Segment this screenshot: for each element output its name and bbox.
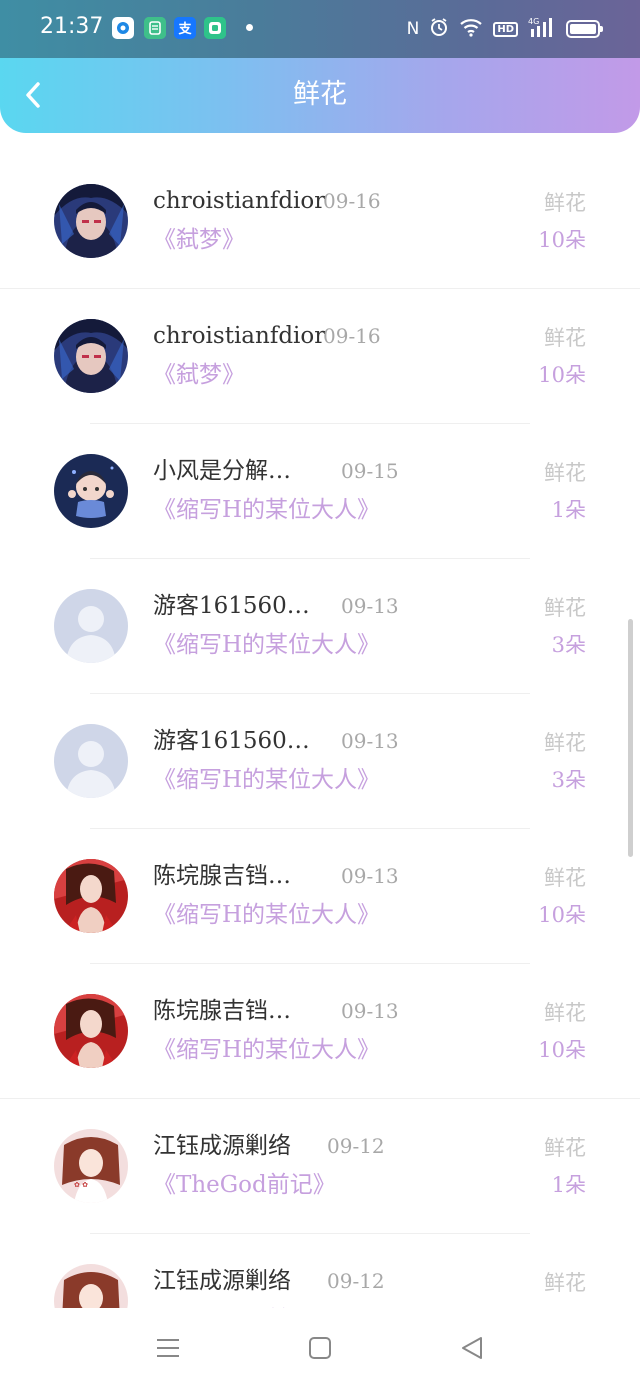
gift-count: 1朵 [551, 1173, 586, 1197]
gift-count: 1朵 [551, 498, 586, 522]
avatar[interactable] [54, 994, 128, 1068]
wifi-icon [459, 17, 483, 42]
gift-type-label: 鲜花 [544, 596, 586, 620]
svg-text:✿ ✿: ✿ ✿ [74, 1181, 88, 1189]
gift-count: 3朵 [551, 768, 586, 792]
gift-date: 09-13 [341, 864, 399, 888]
signal-icon: 4G [528, 16, 556, 43]
avatar[interactable] [54, 859, 128, 933]
svg-text:4G: 4G [528, 17, 539, 26]
status-icons: N HD 4G [406, 14, 603, 44]
gift-count: 10朵 [538, 363, 586, 387]
gift-type-label: 鲜花 [544, 1136, 586, 1160]
qq-browser-icon [112, 17, 134, 39]
wechat-work-icon [144, 17, 166, 39]
gift-count: 3朵 [551, 633, 586, 657]
gift-type-label: 鲜花 [544, 326, 586, 350]
gift-row[interactable]: chroistianfdior 09-16 《弑梦》 鲜花 10朵 [0, 154, 640, 289]
avatar[interactable] [54, 589, 128, 663]
hd-badge: HD [493, 21, 518, 37]
avatar[interactable]: ✿ ✿ [54, 1129, 128, 1203]
gift-row[interactable]: 游客161560… 09-13 《缩写H的某位大人》 鲜花 3朵 [0, 694, 640, 829]
username: chroistianfdior [153, 188, 326, 214]
username: 陈垸腺吉铛… [153, 998, 291, 1024]
gift-date: 09-12 [327, 1269, 385, 1293]
book-title-link[interactable]: 《缩写H的某位大人》 [153, 1035, 380, 1065]
gift-type-label: 鲜花 [544, 191, 586, 215]
username: 游客161560… [153, 728, 310, 754]
gift-type-label: 鲜花 [544, 1001, 586, 1025]
gift-count: 10朵 [538, 228, 586, 252]
avatar[interactable] [54, 724, 128, 798]
status-time: 21:37 [40, 14, 104, 39]
notification-dot [246, 24, 253, 31]
username: 陈垸腺吉铛… [153, 863, 291, 889]
book-title-link[interactable]: 《缩写H的某位大人》 [153, 765, 380, 795]
system-nav-bar [0, 1308, 640, 1387]
gift-date: 09-12 [327, 1134, 385, 1158]
avatar[interactable] [54, 319, 128, 393]
username: 小风是分解… [153, 458, 291, 484]
username: 江钰成源剿络 [153, 1133, 291, 1159]
page-title: 鲜花 [293, 79, 347, 110]
gift-date: 09-13 [341, 999, 399, 1023]
avatar[interactable] [54, 454, 128, 528]
triangle-back-icon [462, 1337, 482, 1359]
home-button[interactable] [302, 1330, 338, 1366]
gift-row[interactable]: ✿ ✿江钰成源剿络09-12《TheGod前记》鲜花1朵 [0, 1234, 640, 1308]
gift-type-label: 鲜花 [544, 731, 586, 755]
svg-text:支: 支 [177, 21, 192, 37]
gift-list[interactable]: chroistianfdior 09-16 《弑梦》 鲜花 10朵 chroistianf… [0, 148, 640, 1308]
home-square-icon [309, 1337, 331, 1359]
wechat-icon [204, 17, 226, 39]
gift-count: 10朵 [538, 1038, 586, 1062]
system-back-button[interactable] [454, 1330, 490, 1366]
gift-row[interactable]: 陈垸腺吉铛… 09-13 《缩写H的某位大人》 鲜花 10朵 [0, 829, 640, 964]
gift-date: 09-13 [341, 729, 399, 753]
status-bar: 21:37 支 N HD 4G [0, 0, 640, 58]
username: 江钰成源剿络 [153, 1268, 291, 1294]
gift-date: 09-13 [341, 594, 399, 618]
book-title-link[interactable]: 《缩写H的某位大人》 [153, 900, 380, 930]
avatar[interactable] [54, 184, 128, 258]
username: 游客161560… [153, 593, 310, 619]
gift-date: 09-15 [341, 459, 399, 483]
alipay-icon: 支 [174, 17, 196, 39]
menu-icon [157, 1339, 179, 1357]
book-title-link[interactable]: 《缩写H的某位大人》 [153, 630, 380, 660]
book-title-link[interactable]: 《弑梦》 [153, 360, 245, 390]
book-title-link[interactable]: 《缩写H的某位大人》 [153, 495, 380, 525]
gift-row[interactable]: 陈垸腺吉铛… 09-13 《缩写H的某位大人》 鲜花 10朵 [0, 964, 640, 1099]
username: chroistianfdior [153, 323, 326, 349]
gift-type-label: 鲜花 [544, 461, 586, 485]
gift-row[interactable]: 小风是分解… 09-15 《缩写H的某位大人》 鲜花 1朵 [0, 424, 640, 559]
gift-type-label: 鲜花 [544, 866, 586, 890]
book-title-link[interactable]: 《弑梦》 [153, 225, 245, 255]
alarm-icon [429, 17, 449, 42]
gift-date: 09-16 [323, 189, 381, 213]
gift-type-label: 鲜花 [544, 1271, 586, 1295]
gift-date: 09-16 [323, 324, 381, 348]
book-title-link[interactable]: 《TheGod前记》 [153, 1170, 336, 1200]
avatar[interactable]: ✿ ✿ [54, 1264, 128, 1308]
gift-row[interactable]: ✿ ✿ 江钰成源剿络 09-12 《TheGod前记》 鲜花 1朵 [0, 1099, 640, 1234]
battery-icon [566, 20, 603, 38]
scrollbar[interactable] [628, 619, 633, 857]
gift-row[interactable]: chroistianfdior 09-16 《弑梦》 鲜花 10朵 [0, 289, 640, 424]
menu-button[interactable] [150, 1330, 186, 1366]
nfc-icon: N [406, 19, 420, 39]
gift-row[interactable]: 游客161560… 09-13 《缩写H的某位大人》 鲜花 3朵 [0, 559, 640, 694]
gift-count: 10朵 [538, 903, 586, 927]
